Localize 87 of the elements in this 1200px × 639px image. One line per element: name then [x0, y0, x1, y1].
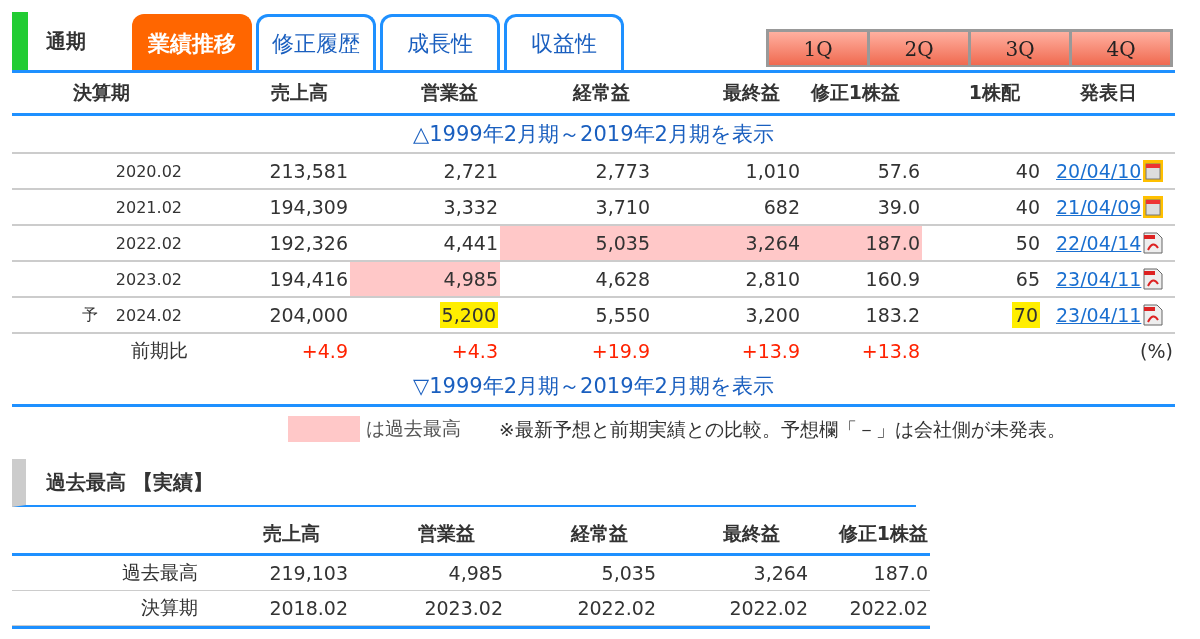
row-label: 過去最高 — [122, 560, 198, 585]
table-cell: 682 — [763, 196, 800, 218]
row-label: 決算期 — [141, 595, 198, 620]
pdf-icon[interactable] — [1143, 304, 1164, 326]
date-link[interactable]: 23/04/11 — [1056, 268, 1142, 290]
table-cell: 219,103 — [269, 562, 348, 584]
table-cell: 3,200 — [745, 304, 800, 326]
table-cell: 2,810 — [745, 268, 800, 290]
column-header: 決算期 — [12, 73, 190, 116]
note-text: ※最新予想と前期実績との比較。予想欄「－」は会社側が未発表。 — [499, 417, 1066, 442]
date-link[interactable]: 21/04/09 — [1056, 196, 1142, 218]
column-header: 売上高 — [263, 521, 320, 546]
period-cell: 2022.02 — [115, 233, 182, 253]
table-cell: 3,332 — [443, 196, 498, 218]
table-cell: 2022.02 — [577, 597, 656, 619]
table-cell: 2018.02 — [269, 597, 348, 619]
change-cell: +4.9 — [301, 340, 348, 362]
column-header: 修正1株益 — [802, 73, 922, 116]
table-cell: 4,441 — [443, 232, 498, 254]
forecast-marker: 予 — [81, 304, 98, 326]
date-link[interactable]: 22/04/14 — [1056, 232, 1142, 254]
column-header: 経常益 — [571, 521, 628, 546]
change-cell: +4.3 — [451, 340, 498, 362]
column-header: 最終益 — [652, 73, 802, 116]
table-cell: 213,581 — [269, 160, 348, 182]
date-link[interactable]: 20/04/10 — [1056, 160, 1142, 182]
record-swatch — [288, 416, 360, 442]
table-cell: 50 — [1015, 232, 1040, 254]
column-header: 発表日 — [1042, 73, 1175, 116]
table-cell: 40 — [1015, 160, 1040, 182]
column-header: 営業益 — [350, 73, 500, 116]
date-link[interactable]: 23/04/11 — [1056, 304, 1142, 326]
section-title: 過去最高 【実績】 — [12, 459, 916, 507]
quarter-button[interactable]: 1Q — [769, 32, 867, 65]
table-cell: 2022.02 — [729, 597, 808, 619]
table-cell: 70 — [1011, 302, 1040, 328]
pdf-icon[interactable] — [1143, 268, 1164, 290]
show-older-link[interactable]: △1999年2月期～2019年2月期を表示 — [12, 116, 1175, 154]
column-header: 営業益 — [418, 521, 475, 546]
table-cell: 2,721 — [443, 160, 498, 182]
table-cell: 57.6 — [877, 160, 920, 182]
table-cell: 2023.02 — [424, 597, 503, 619]
column-header: 経常益 — [500, 73, 652, 116]
table-cell: 5,035 — [601, 562, 656, 584]
change-cell: +13.9 — [741, 340, 800, 362]
table-cell: 194,416 — [269, 268, 348, 290]
table-cell: 3,710 — [595, 196, 650, 218]
quarter-button[interactable]: 3Q — [971, 32, 1069, 65]
table-cell: 1,010 — [745, 160, 800, 182]
column-header: 1株配 — [922, 73, 1042, 116]
column-header: 売上高 — [190, 73, 350, 116]
quarter-button[interactable]: 2Q — [870, 32, 968, 65]
table-cell: 2,773 — [595, 160, 650, 182]
table-cell: 40 — [1015, 196, 1040, 218]
calendar-icon[interactable] — [1143, 196, 1164, 218]
column-header: 修正1株益 — [838, 521, 928, 546]
period-cell: 2023.02 — [115, 269, 182, 289]
tab[interactable]: 修正履歴 — [256, 14, 376, 70]
table-cell: 183.2 — [865, 304, 920, 326]
table-cell: 187.0 — [873, 562, 928, 584]
tab[interactable]: 成長性 — [380, 14, 500, 70]
table-cell: 3,264 — [753, 562, 808, 584]
table-cell: 204,000 — [269, 304, 348, 326]
period-cell: 2024.02 — [115, 305, 182, 325]
table-cell: 2022.02 — [849, 597, 928, 619]
table-cell: 4,985 — [448, 562, 503, 584]
table-cell: 39.0 — [877, 196, 920, 218]
table-cell: 65 — [1015, 268, 1040, 290]
tab[interactable]: 収益性 — [504, 14, 624, 70]
legend-label: は過去最高 — [366, 416, 461, 441]
row-label: 前期比 — [131, 338, 188, 363]
table-cell: 5,550 — [595, 304, 650, 326]
show-older-link[interactable]: ▽1999年2月期～2019年2月期を表示 — [12, 368, 1175, 407]
unit-label: (%) — [1140, 340, 1173, 362]
calendar-icon[interactable] — [1143, 160, 1164, 182]
change-cell: +13.8 — [861, 340, 920, 362]
column-header: 最終益 — [723, 521, 780, 546]
quarter-button[interactable]: 4Q — [1072, 32, 1170, 65]
table-cell: 160.9 — [865, 268, 920, 290]
pdf-icon[interactable] — [1143, 232, 1164, 254]
table-cell: 4,628 — [595, 268, 650, 290]
table-cell: 194,309 — [269, 196, 348, 218]
period-cell: 2021.02 — [115, 197, 182, 217]
table-cell: 192,326 — [269, 232, 348, 254]
change-cell: +19.9 — [591, 340, 650, 362]
table-cell: 5,200 — [439, 302, 498, 328]
period-cell: 2020.02 — [115, 161, 182, 181]
